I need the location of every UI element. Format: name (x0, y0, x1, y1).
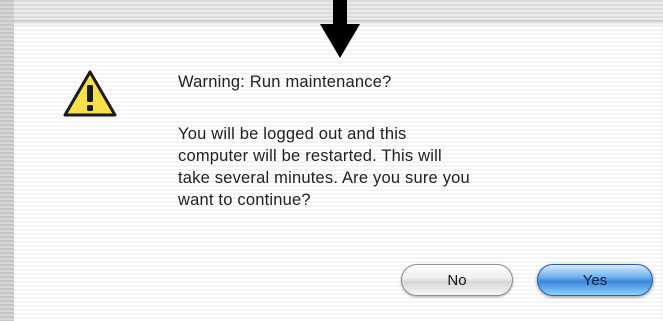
yes-button[interactable]: Yes (537, 264, 653, 296)
down-arrow-icon (320, 0, 360, 58)
dialog-title: Warning: Run maintenance? (178, 73, 392, 91)
background-window-edge (0, 0, 14, 321)
warning-triangle-icon (63, 70, 117, 117)
alert-dialog: Warning: Run maintenance? You will be lo… (14, 20, 663, 321)
message-line: computer will be restarted. This will (178, 147, 442, 165)
message-line: You will be logged out and this (178, 125, 407, 143)
message-line: want to continue? (178, 191, 311, 209)
message-line: take several minutes. Are you sure you (178, 169, 470, 187)
dialog-message: You will be logged out and this computer… (178, 123, 638, 211)
no-button[interactable]: No (401, 264, 513, 296)
